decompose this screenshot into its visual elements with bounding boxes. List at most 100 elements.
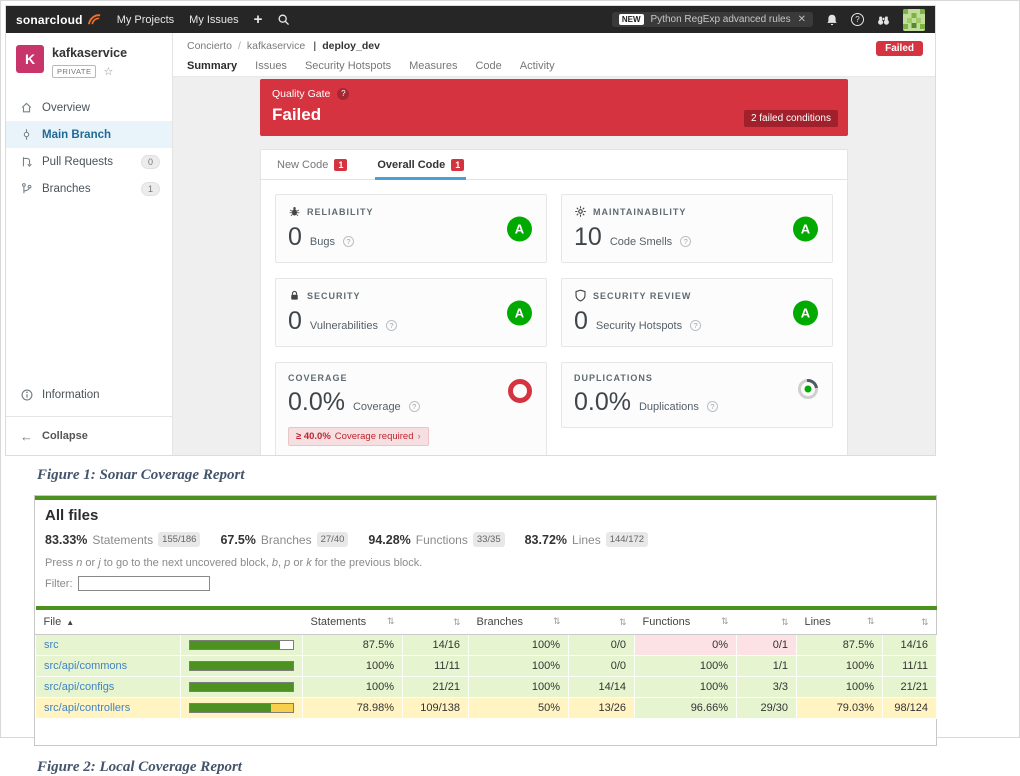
tab-issues[interactable]: Issues [255,60,287,78]
summary-body: Quality Gate Failed 2 failed conditions … [173,77,935,455]
help-icon[interactable] [342,236,354,247]
functions-label: Functions [415,532,468,547]
sidebar-item-information[interactable]: Information [6,380,172,410]
branches-raw-cell: 0/0 [568,634,635,656]
new-badge: NEW [618,14,644,25]
vulnerabilities-value[interactable]: 0 [288,307,302,336]
sidebar-item-label: Pull Requests [42,155,113,168]
sidebar-item-main-branch[interactable]: Main Branch [6,121,172,148]
sonarcloud-swirl-icon [87,14,100,25]
col-header-file[interactable]: File [35,606,181,635]
project-avatar: K [16,45,44,73]
security-hotspots-value[interactable]: 0 [574,307,588,336]
search-icon[interactable] [277,13,291,27]
code-scope-tabs: New Code 1 Overall Code 1 [261,150,847,180]
file-cell: src/api/controllers [35,697,181,719]
coverage-bar [189,661,294,671]
col-header-lines[interactable]: Lines [796,606,883,635]
new-code-count: 1 [334,159,348,171]
help-icon[interactable] [851,13,864,26]
col-header-branches-raw[interactable] [568,606,635,635]
sort-icon [721,616,729,627]
bar-cell [180,634,303,656]
binoculars-icon[interactable] [876,13,891,27]
file-link[interactable]: src [44,639,59,651]
help-icon[interactable] [385,320,397,331]
branch-icon [313,40,316,52]
help-icon[interactable] [408,401,420,412]
sidebar-item-branches[interactable]: Branches 1 [6,175,172,202]
failed-conditions-badge: 2 failed conditions [743,110,838,127]
quality-gate-help-icon[interactable] [337,88,350,100]
col-header-lines-raw[interactable] [882,606,937,635]
coverage-summary: 83.33% Statements 155/186 67.5% Branches… [45,532,926,547]
col-header-branches[interactable]: Branches [468,606,569,635]
coverage-required-warning[interactable]: ≥ 40.0% Coverage required [288,427,429,446]
col-header-functions-raw[interactable] [736,606,797,635]
user-avatar[interactable] [903,8,925,31]
project-sidebar: K kafkaservice PRIVATE Overview [6,33,173,455]
branch-tabs: Summary Issues Security Hotspots Measure… [187,60,921,78]
bugs-value[interactable]: 0 [288,223,302,252]
warning-text: Coverage required [334,431,414,442]
close-icon[interactable] [798,14,806,25]
breadcrumb-org[interactable]: Concierto [187,40,232,52]
collapse-button[interactable]: Collapse [6,417,172,455]
nav-my-issues[interactable]: My Issues [189,14,239,26]
sidebar-item-pull-requests[interactable]: Pull Requests 0 [6,148,172,175]
favorite-star-icon[interactable] [103,65,113,78]
coverage-value[interactable]: 0.0% [288,388,345,417]
plus-icon[interactable] [254,12,263,27]
duplications-value[interactable]: 0.0% [574,388,631,417]
tab-summary[interactable]: Summary [187,60,237,78]
file-link[interactable]: src/api/configs [44,681,114,693]
branches-pct-cell: 100% [468,655,569,677]
col-header-functions[interactable]: Functions [634,606,737,635]
tab-new-code[interactable]: New Code 1 [275,150,349,180]
nav-my-projects[interactable]: My Projects [117,14,174,26]
pull-requests-icon [22,157,32,167]
statements-label: Statements [92,532,154,547]
warning-threshold: ≥ 40.0% [296,431,331,442]
sonarcloud-body: K kafkaservice PRIVATE Overview [6,33,935,455]
tab-security-hotspots[interactable]: Security Hotspots [305,60,391,78]
breadcrumb-project[interactable]: kafkaservice [247,40,305,52]
statements-fraction: 155/186 [158,532,201,547]
sort-icon [553,616,561,627]
filter-input[interactable] [77,576,210,591]
vulnerabilities-label: Vulnerabilities [309,320,378,332]
local-coverage-report: All files 83.33% Statements 155/186 67.5… [34,495,937,746]
file-link[interactable]: src/api/commons [44,660,127,672]
bell-icon[interactable] [825,13,839,27]
file-link[interactable]: src/api/controllers [44,702,130,714]
branches-raw-cell: 0/0 [568,655,635,677]
coverage-bar [189,640,294,650]
metric-tiles: RELIABILITY 0 Bugs A [261,180,847,455]
tab-label: Overall Code [377,159,446,171]
sonarcloud-logo[interactable]: sonarcloud [16,12,102,27]
help-icon[interactable] [680,236,692,247]
chevron-right-icon [417,431,420,442]
functions-fraction: 33/35 [472,532,505,547]
brand-name: sonarcloud [16,12,83,27]
security-hotspots-label: Security Hotspots [595,320,683,332]
col-header-statements-raw[interactable] [402,606,469,635]
promo-text[interactable]: Python RegExp advanced rules [651,14,791,25]
sidebar-item-overview[interactable]: Overview [6,94,172,121]
col-header-statements[interactable]: Statements [302,606,403,635]
help-icon[interactable] [706,401,718,412]
functions-raw-cell: 29/30 [736,697,797,719]
tab-code[interactable]: Code [475,60,501,78]
lines-raw-cell: 14/16 [882,634,937,656]
statements-raw-cell: 109/138 [402,697,469,719]
branch-name[interactable]: deploy_dev [322,40,380,52]
sort-icon [387,616,395,627]
tab-activity[interactable]: Activity [520,60,555,78]
lines-raw-cell: 21/21 [882,676,937,698]
tile-category: DUPLICATIONS [574,373,653,383]
tab-measures[interactable]: Measures [409,60,457,78]
code-smells-value[interactable]: 10 [574,223,602,252]
help-icon[interactable] [690,320,702,331]
summary-lines: 83.72% Lines 144/172 [525,532,649,547]
tab-overall-code[interactable]: Overall Code 1 [375,150,467,180]
